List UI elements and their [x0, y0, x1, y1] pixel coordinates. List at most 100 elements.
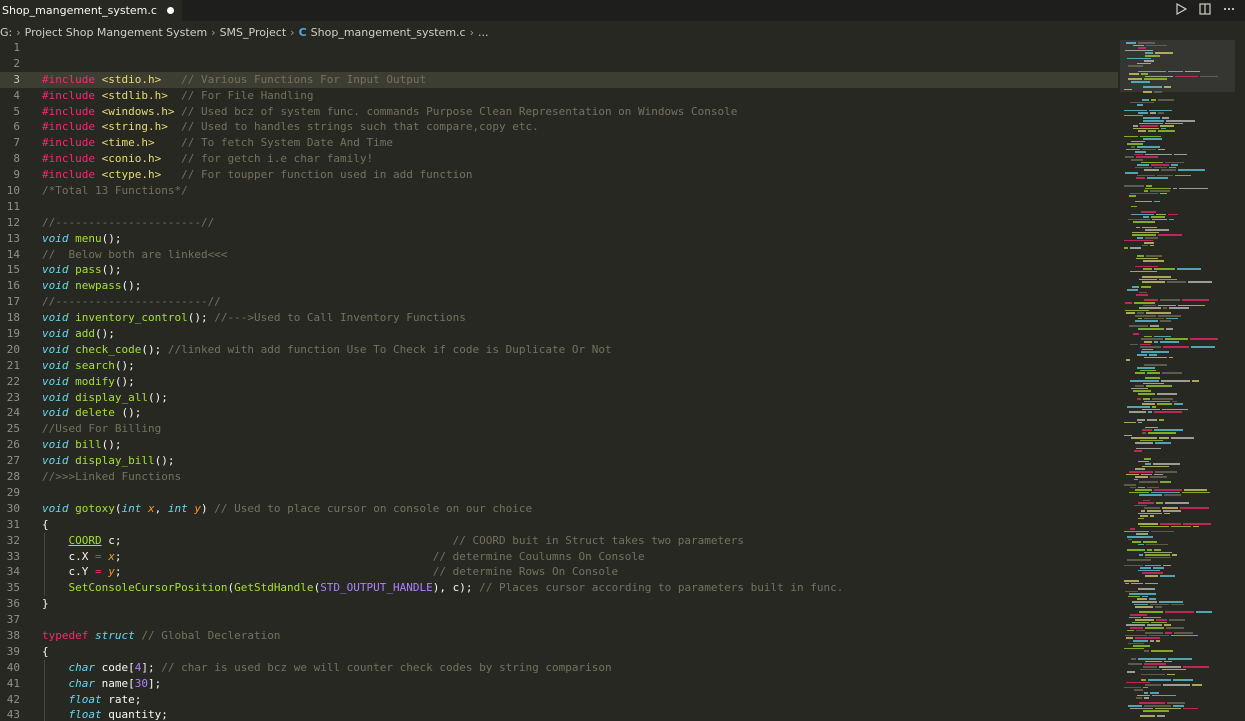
code-token: add: [75, 327, 95, 341]
code-text: typedef struct // Global Decleration: [42, 628, 280, 644]
code-token: #include: [42, 88, 95, 102]
code-line[interactable]: 43 float quantity;: [0, 707, 1118, 721]
minimap-line: [1160, 575, 1175, 577]
code-line[interactable]: 34 c.Y = y; // determine Rows On Console: [0, 564, 1118, 581]
code-line[interactable]: 40 char code[4]; // char is used bcz we …: [0, 659, 1118, 676]
code-line[interactable]: 7 #include <time.h> // To fetch System Da…: [0, 135, 1118, 151]
tab-title: Shop_mangement_system.c: [2, 4, 157, 17]
code-line[interactable]: 28 //>>>Linked Functions: [0, 469, 1118, 485]
code-line[interactable]: 4 #include <stdlib.h> // For File Handlin…: [0, 88, 1118, 104]
minimap-line: [1143, 120, 1164, 122]
minimap-line: [1125, 172, 1138, 174]
minimap-line: [1155, 471, 1177, 473]
code-line[interactable]: 20 void check_code(); //linked with add f…: [0, 342, 1118, 358]
code-line[interactable]: 2: [0, 56, 1118, 72]
code-line[interactable]: 9 #include <ctype.h> // For toupper funct…: [0, 167, 1118, 183]
unsaved-dot-icon[interactable]: [166, 7, 174, 14]
code-line[interactable]: 21 void search();: [0, 358, 1118, 374]
minimap-line: [1163, 346, 1189, 348]
code-line[interactable]: 35 SetConsoleCursorPosition(GetStdHandle…: [0, 580, 1118, 597]
line-number: 29: [6, 485, 20, 499]
minimap[interactable]: [1120, 40, 1235, 721]
code-line[interactable]: 12 //----------------------//: [0, 215, 1118, 231]
code-line[interactable]: 24 void delete ();: [0, 405, 1118, 421]
minimap-line: [1142, 465, 1169, 468]
code-line[interactable]: 19 void add();: [0, 326, 1118, 342]
code-token: (: [114, 501, 122, 515]
more-icon[interactable]: [1223, 3, 1235, 19]
code-line[interactable]: 23 void display_all();: [0, 390, 1118, 406]
code-line[interactable]: 37: [0, 612, 1118, 628]
minimap-line: [1135, 606, 1153, 608]
split-editor-icon[interactable]: [1199, 2, 1211, 19]
minimap-line: [1141, 679, 1146, 681]
code-line[interactable]: 10 /*Total 13 Functions*/: [0, 183, 1118, 199]
code-line[interactable]: 8 #include <conio.h> // for getch i.e cha…: [0, 151, 1118, 167]
code-line[interactable]: 26 void bill();: [0, 437, 1118, 453]
minimap-line: [1124, 434, 1132, 437]
code-line[interactable]: 30 void gotoxy(int x, int y) // Used to p…: [0, 501, 1118, 517]
code-text: void search();: [42, 358, 135, 374]
code-line[interactable]: 15 void pass();: [0, 262, 1118, 278]
play-icon[interactable]: [1175, 2, 1188, 19]
line-number: 5: [13, 104, 20, 118]
code-line[interactable]: 11: [0, 199, 1118, 215]
minimap-line: [1136, 177, 1145, 179]
line-number: 31: [6, 517, 20, 531]
minimap-line: [1184, 489, 1207, 491]
breadcrumb-sms-project[interactable]: SMS_Project: [220, 26, 287, 39]
code-line[interactable]: 13 void menu();: [0, 231, 1118, 247]
breadcrumb-file[interactable]: Shop_mangement_system.c: [311, 26, 466, 39]
breadcrumb-drive[interactable]: G:: [0, 26, 12, 39]
minimap-line: [1169, 218, 1174, 221]
code-token: #include: [42, 72, 95, 86]
minimap-line: [1149, 109, 1172, 112]
minimap-line: [1124, 185, 1144, 187]
minimap-line: [1124, 109, 1147, 112]
minimap-line: [1143, 260, 1164, 262]
code-line[interactable]: 14 // Below both are linked<<<: [0, 247, 1118, 263]
breadcrumb-project-folder[interactable]: Project Shop Mangement System: [25, 26, 208, 39]
code-line[interactable]: 33 c.X = x; // determine Coulumns On Con…: [0, 548, 1118, 565]
code-token: STD_OUTPUT_HANDLE: [320, 581, 433, 595]
minimap-line: [1146, 312, 1171, 314]
minimap-line: [1144, 705, 1171, 707]
code-line[interactable]: 1: [0, 40, 1118, 56]
code-line[interactable]: 36}: [0, 596, 1118, 612]
code-line[interactable]: 18 void inventory_control(); //--->Used t…: [0, 310, 1118, 326]
minimap-line: [1158, 234, 1182, 236]
code-line[interactable]: 42 float rate;: [0, 691, 1118, 708]
minimap-line: [1135, 166, 1152, 169]
code-line[interactable]: 38 typedef struct // Global Decleration: [0, 628, 1118, 644]
minimap-line: [1183, 707, 1198, 710]
code-line[interactable]: 29: [0, 485, 1118, 501]
code-token: void: [42, 231, 69, 245]
minimap-line: [1166, 120, 1195, 122]
minimap-line: [1138, 517, 1144, 520]
code-line[interactable]: 3 #include <stdio.h> // Various Functions…: [0, 71, 1118, 88]
code-text: void display_bill();: [42, 453, 174, 469]
minimap-line: [1130, 247, 1141, 249]
code-line[interactable]: 31 {: [0, 517, 1118, 533]
minimap-line: [1167, 673, 1175, 676]
breadcrumb-symbol[interactable]: ...: [478, 26, 489, 39]
code-line[interactable]: 25 //Used For Billing: [0, 421, 1118, 437]
minimap-line: [1154, 341, 1158, 343]
minimap-line: [1142, 244, 1148, 247]
code-text: #include <conio.h> // for getch i.e char…: [42, 151, 373, 167]
code-line[interactable]: 32 COORD c; // COORD buit in Struct take…: [0, 532, 1118, 549]
code-line[interactable]: 27 void display_bill();: [0, 453, 1118, 469]
code-line[interactable]: 16 void newpass();: [0, 278, 1118, 294]
code-line[interactable]: 41 char name[30];: [0, 675, 1118, 692]
minimap-line: [1124, 564, 1143, 567]
code-line[interactable]: 17 //-----------------------//: [0, 294, 1118, 310]
code-line[interactable]: 39 {: [0, 644, 1118, 660]
code-line[interactable]: 22 void modify();: [0, 374, 1118, 390]
code-editor[interactable]: 1 2 3 #include <stdio.h> // Various Functio…: [0, 40, 1118, 721]
tab-shop-mangement-system[interactable]: Shop_mangement_system.c: [0, 0, 182, 21]
code-line[interactable]: 5 #include <windows.h> // Used bcz of sys…: [0, 104, 1118, 120]
minimap-line: [1136, 533, 1148, 535]
code-line[interactable]: 6 #include <string.h> // Used to handles …: [0, 119, 1118, 135]
vertical-scrollbar[interactable]: [1237, 40, 1245, 721]
